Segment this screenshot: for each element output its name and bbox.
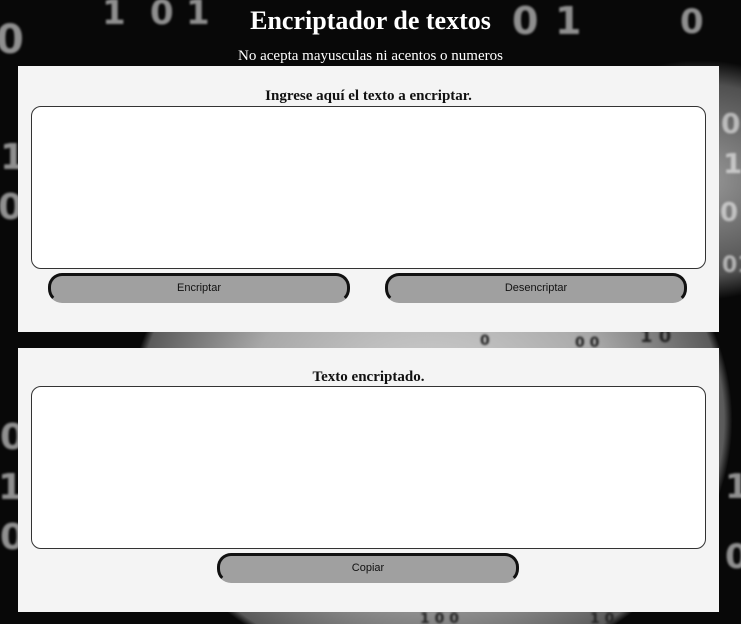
background-digit: 1 0 xyxy=(590,611,615,624)
result-label: Texto encriptado. xyxy=(312,369,425,385)
copy-button[interactable]: Copiar xyxy=(217,553,519,583)
page-title: Encriptador de textos xyxy=(250,6,491,35)
input-label: Ingrese aquí el texto a encriptar. xyxy=(265,88,472,104)
encrypt-button[interactable]: Encriptar xyxy=(48,273,350,303)
background-digit: 0 xyxy=(480,333,490,349)
plain-text-input[interactable] xyxy=(31,106,706,269)
background-digit: 0 xyxy=(721,107,741,140)
background-digit: 1 0 0 xyxy=(420,611,459,624)
background-digit: 01 xyxy=(722,253,741,278)
result-panel: Texto encriptado. Copiar xyxy=(18,348,719,612)
encrypt-panel: Ingrese aquí el texto a encriptar. Encri… xyxy=(18,66,719,332)
background-digit: 1 xyxy=(725,467,741,507)
background-digit: 0 xyxy=(725,537,741,577)
encrypted-text-output[interactable] xyxy=(31,386,706,549)
decrypt-button[interactable]: Desencriptar xyxy=(385,273,687,303)
background-digit: 1 xyxy=(723,147,741,180)
page-subtitle: No acepta mayusculas ni acentos o numero… xyxy=(238,48,503,64)
background-digit: 0 xyxy=(720,198,739,228)
